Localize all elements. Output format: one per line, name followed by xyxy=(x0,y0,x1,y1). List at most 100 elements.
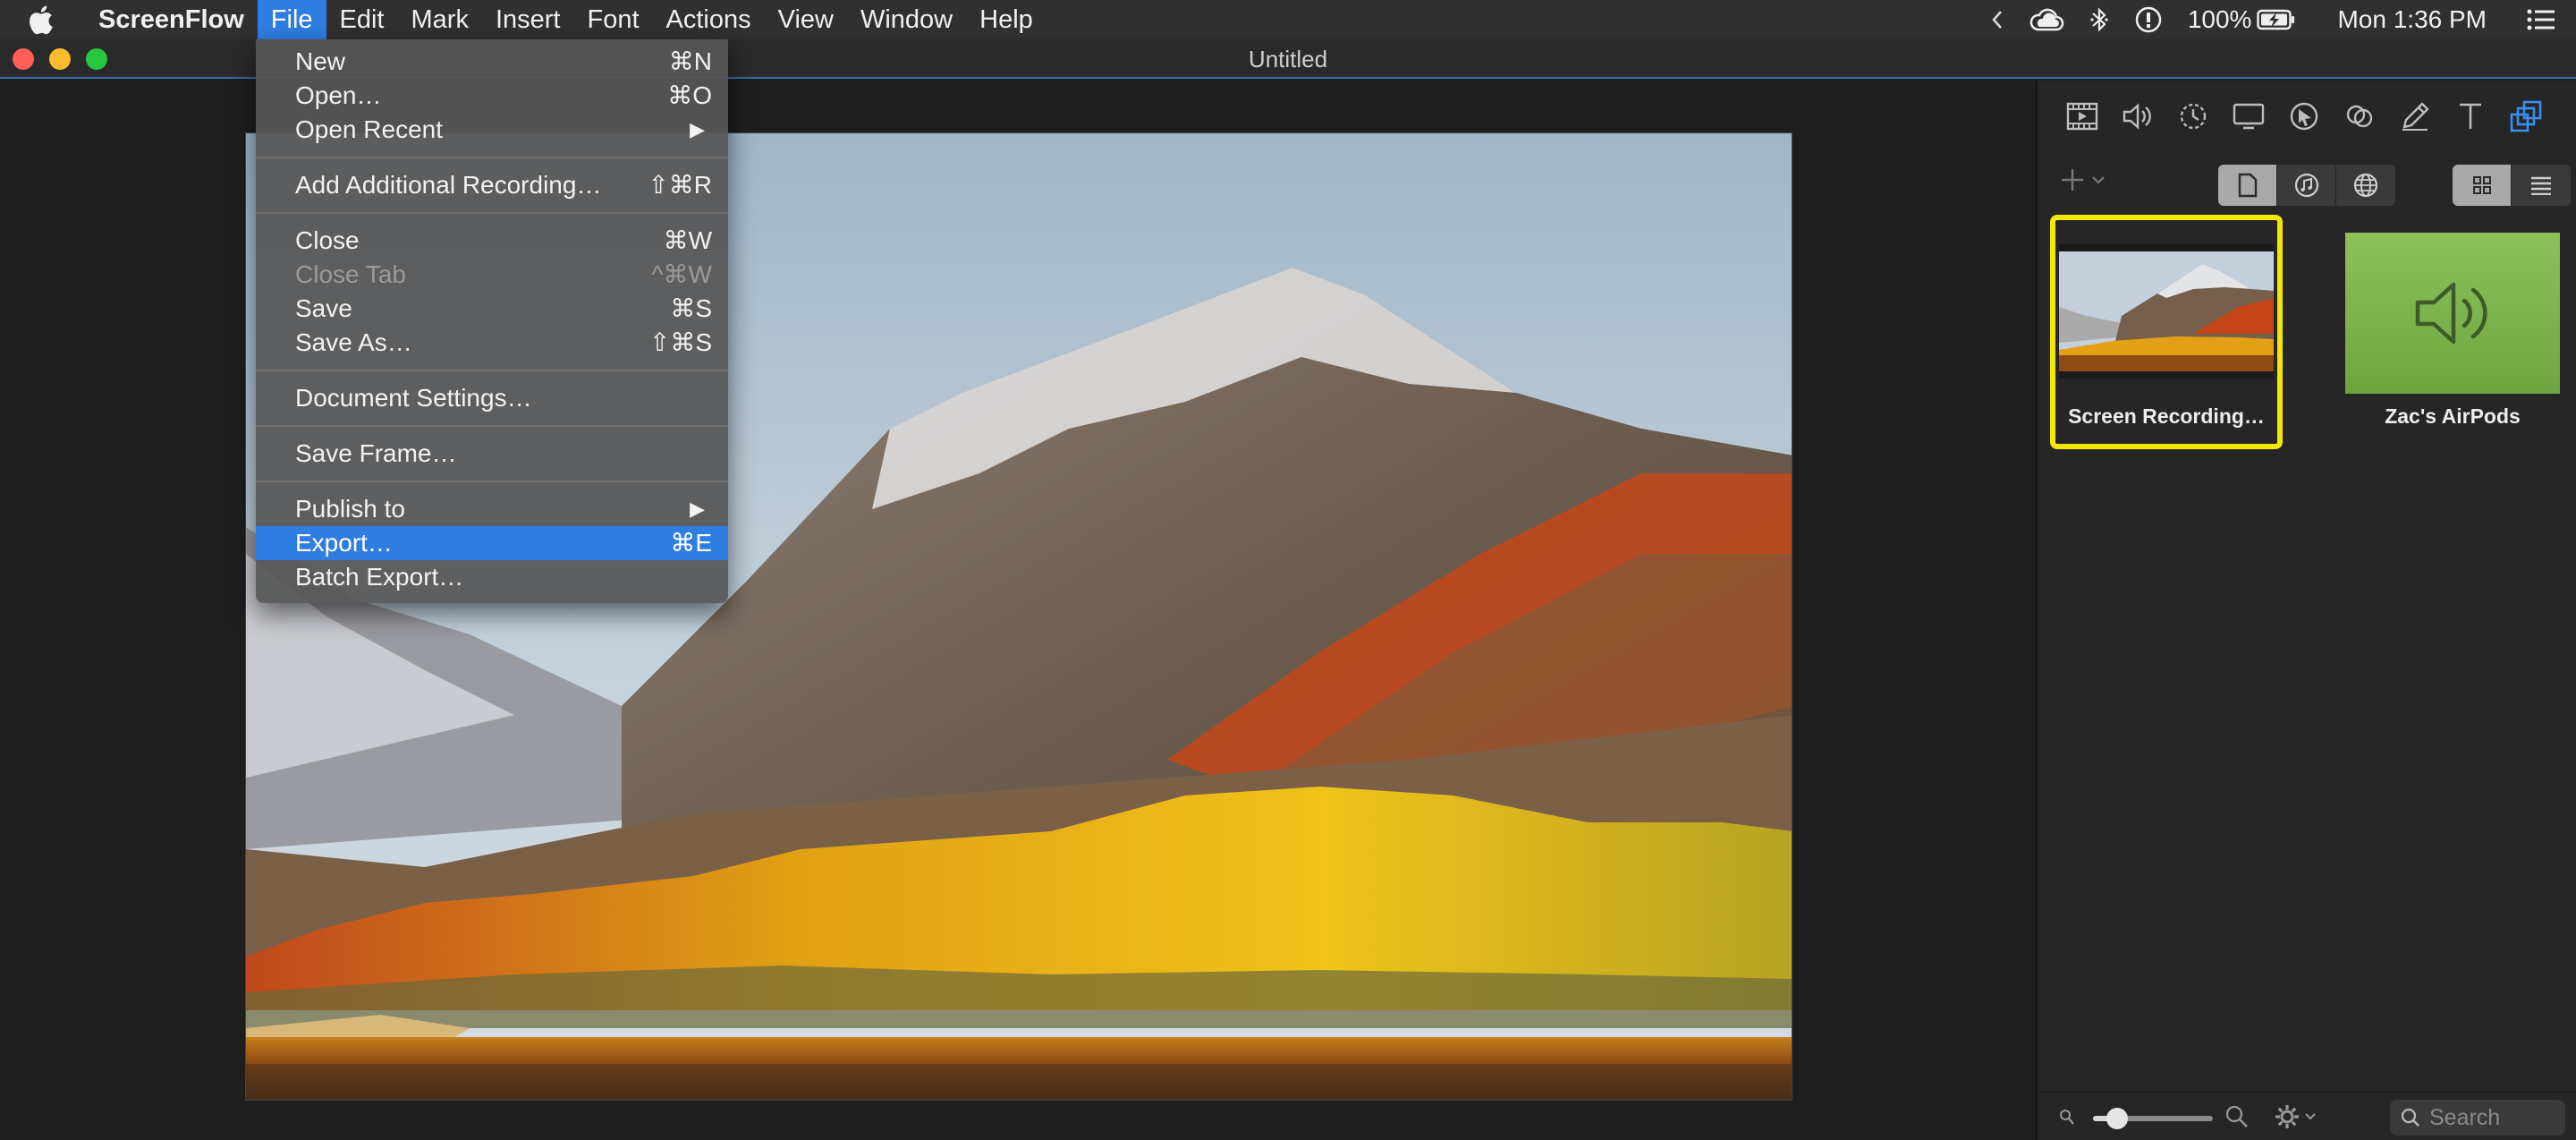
media-library-icon[interactable] xyxy=(2504,95,2547,138)
media-search-field[interactable] xyxy=(2390,1100,2565,1136)
status-area: 100% Mon 1:36 PM xyxy=(1979,0,2576,39)
menu-mark[interactable]: Mark xyxy=(398,0,482,39)
menu-item-label: Save xyxy=(295,294,352,322)
media-source-segmented xyxy=(2218,165,2395,206)
menu-item-shortcut: ⌘E xyxy=(670,529,712,557)
menu-item-label: Add Additional Recording… xyxy=(295,171,602,199)
menu-item-label: Batch Export… xyxy=(295,563,464,591)
minimize-window-button[interactable] xyxy=(49,48,71,70)
annotations-icon[interactable] xyxy=(2394,95,2436,138)
grid-view-icon[interactable] xyxy=(2453,165,2512,206)
menu-item-document-settings[interactable]: Document Settings… xyxy=(256,381,728,415)
menu-app-name[interactable]: ScreenFlow xyxy=(80,0,258,39)
zoom-out-icon[interactable] xyxy=(2059,1109,2075,1127)
menu-edit[interactable]: Edit xyxy=(326,0,398,39)
menu-item-batch-export[interactable]: Batch Export… xyxy=(256,560,728,594)
menu-separator xyxy=(256,202,728,224)
add-media-button[interactable] xyxy=(2059,166,2106,193)
music-library-icon[interactable] xyxy=(2277,165,2336,206)
chevron-left-icon[interactable] xyxy=(1979,0,2016,39)
menu-item-save-as[interactable]: Save As… ⇧⌘S xyxy=(256,326,728,360)
chevron-down-icon xyxy=(2305,1113,2316,1120)
text-icon[interactable] xyxy=(2449,95,2492,138)
menu-item-open[interactable]: Open… ⌘O xyxy=(256,79,728,113)
menu-insert[interactable]: Insert xyxy=(482,0,574,39)
media-item-screen-recording[interactable]: Screen Recording… xyxy=(2050,215,2283,449)
menu-clock[interactable]: Mon 1:36 PM xyxy=(2309,0,2513,39)
list-view-icon[interactable] xyxy=(2512,165,2571,206)
menu-item-label: Publish to xyxy=(295,495,405,523)
media-item-caption: Zac's AirPods xyxy=(2385,404,2521,428)
inspector-tabs xyxy=(2038,81,2576,152)
battery-percent[interactable]: 100% xyxy=(2175,0,2258,39)
touch-callout-icon[interactable] xyxy=(2338,95,2381,138)
menu-item-save[interactable]: Save ⌘S xyxy=(256,292,728,326)
menu-item-label: New xyxy=(295,47,346,75)
action-menu-button[interactable] xyxy=(2274,1103,2317,1130)
menu-item-shortcut: ⌘W xyxy=(663,226,712,254)
menu-item-label: Close Tab xyxy=(295,260,407,288)
chevron-down-icon xyxy=(2092,176,2105,184)
menu-view[interactable]: View xyxy=(765,0,847,39)
menu-window[interactable]: Window xyxy=(847,0,966,39)
media-toolbar xyxy=(2038,152,2576,215)
menu-item-new[interactable]: New ⌘N xyxy=(256,45,728,79)
gear-icon xyxy=(2275,1105,2299,1128)
zoom-slider-knob[interactable] xyxy=(2106,1108,2128,1129)
screen-recording-icon[interactable] xyxy=(2227,95,2270,138)
menu-item-label: Open Recent xyxy=(295,115,443,143)
menu-item-close[interactable]: Close ⌘W xyxy=(256,224,728,258)
menu-item-label: Export… xyxy=(295,529,393,557)
menu-file[interactable]: File xyxy=(257,0,326,39)
video-properties-icon[interactable] xyxy=(2061,95,2104,138)
menu-item-shortcut: ⌘S xyxy=(670,294,712,322)
menu-help[interactable]: Help xyxy=(966,0,1046,39)
menu-item-publish-to[interactable]: Publish to ▶ xyxy=(256,492,728,526)
menu-separator xyxy=(256,471,728,492)
menu-item-shortcut: ^⌘W xyxy=(651,260,712,288)
menu-item-shortcut: ⇧⌘R xyxy=(648,171,712,199)
menu-item-shortcut: ⌘N xyxy=(668,47,712,75)
battery-charging-icon[interactable] xyxy=(2257,0,2309,39)
media-item-caption: Screen Recording… xyxy=(2068,404,2265,428)
zoom-in-icon[interactable] xyxy=(2225,1105,2249,1128)
menu-item-save-frame[interactable]: Save Frame… xyxy=(256,437,728,471)
audio-properties-icon[interactable] xyxy=(2116,95,2159,138)
search-input[interactable] xyxy=(2429,1104,2555,1131)
menu-item-label: Close xyxy=(295,226,360,254)
document-media-icon[interactable] xyxy=(2218,165,2277,206)
zoom-window-button[interactable] xyxy=(86,48,107,70)
inspector-panel: Screen Recording… Zac's AirPods xyxy=(2036,81,2576,1140)
file-menu-dropdown: New ⌘N Open… ⌘O Open Recent ▶ Add Additiona… xyxy=(256,39,728,603)
submenu-arrow-icon: ▶ xyxy=(690,118,705,140)
menu-item-export[interactable]: Export… ⌘E xyxy=(256,526,728,560)
menu-separator xyxy=(256,360,728,381)
bluetooth-icon[interactable] xyxy=(2077,0,2122,39)
apple-menu-icon[interactable] xyxy=(27,0,80,39)
audio-thumbnail xyxy=(2345,233,2560,394)
callout-icon[interactable] xyxy=(2283,95,2326,138)
menu-item-close-tab: Close Tab ^⌘W xyxy=(256,258,728,292)
menu-separator xyxy=(256,147,728,168)
menu-actions[interactable]: Actions xyxy=(653,0,765,39)
globe-icon[interactable] xyxy=(2336,165,2395,206)
menu-font[interactable]: Font xyxy=(573,0,652,39)
menu-bar: ScreenFlow File Edit Mark Insert Font Ac… xyxy=(0,0,2576,39)
menu-item-label: Save As… xyxy=(295,328,412,356)
close-window-button[interactable] xyxy=(13,48,34,70)
view-mode-segmented xyxy=(2453,165,2571,206)
menu-item-open-recent[interactable]: Open Recent ▶ xyxy=(256,113,728,147)
media-bottom-bar xyxy=(2038,1092,2576,1140)
video-motion-icon[interactable] xyxy=(2172,95,2215,138)
info-icon[interactable] xyxy=(2122,0,2175,39)
notification-center-icon[interactable] xyxy=(2513,0,2576,39)
media-item-zacs-airpods[interactable]: Zac's AirPods xyxy=(2336,215,2569,449)
menu-item-label: Document Settings… xyxy=(295,384,532,412)
menu-item-label: Open… xyxy=(295,81,382,109)
menu-item-add-additional-recording[interactable]: Add Additional Recording… ⇧⌘R xyxy=(256,168,728,202)
speaker-icon xyxy=(2415,282,2487,345)
video-thumbnail xyxy=(2059,244,2274,379)
menu-item-label: Save Frame… xyxy=(295,439,457,467)
cloud-icon[interactable] xyxy=(2016,0,2077,39)
search-icon xyxy=(2401,1108,2419,1127)
